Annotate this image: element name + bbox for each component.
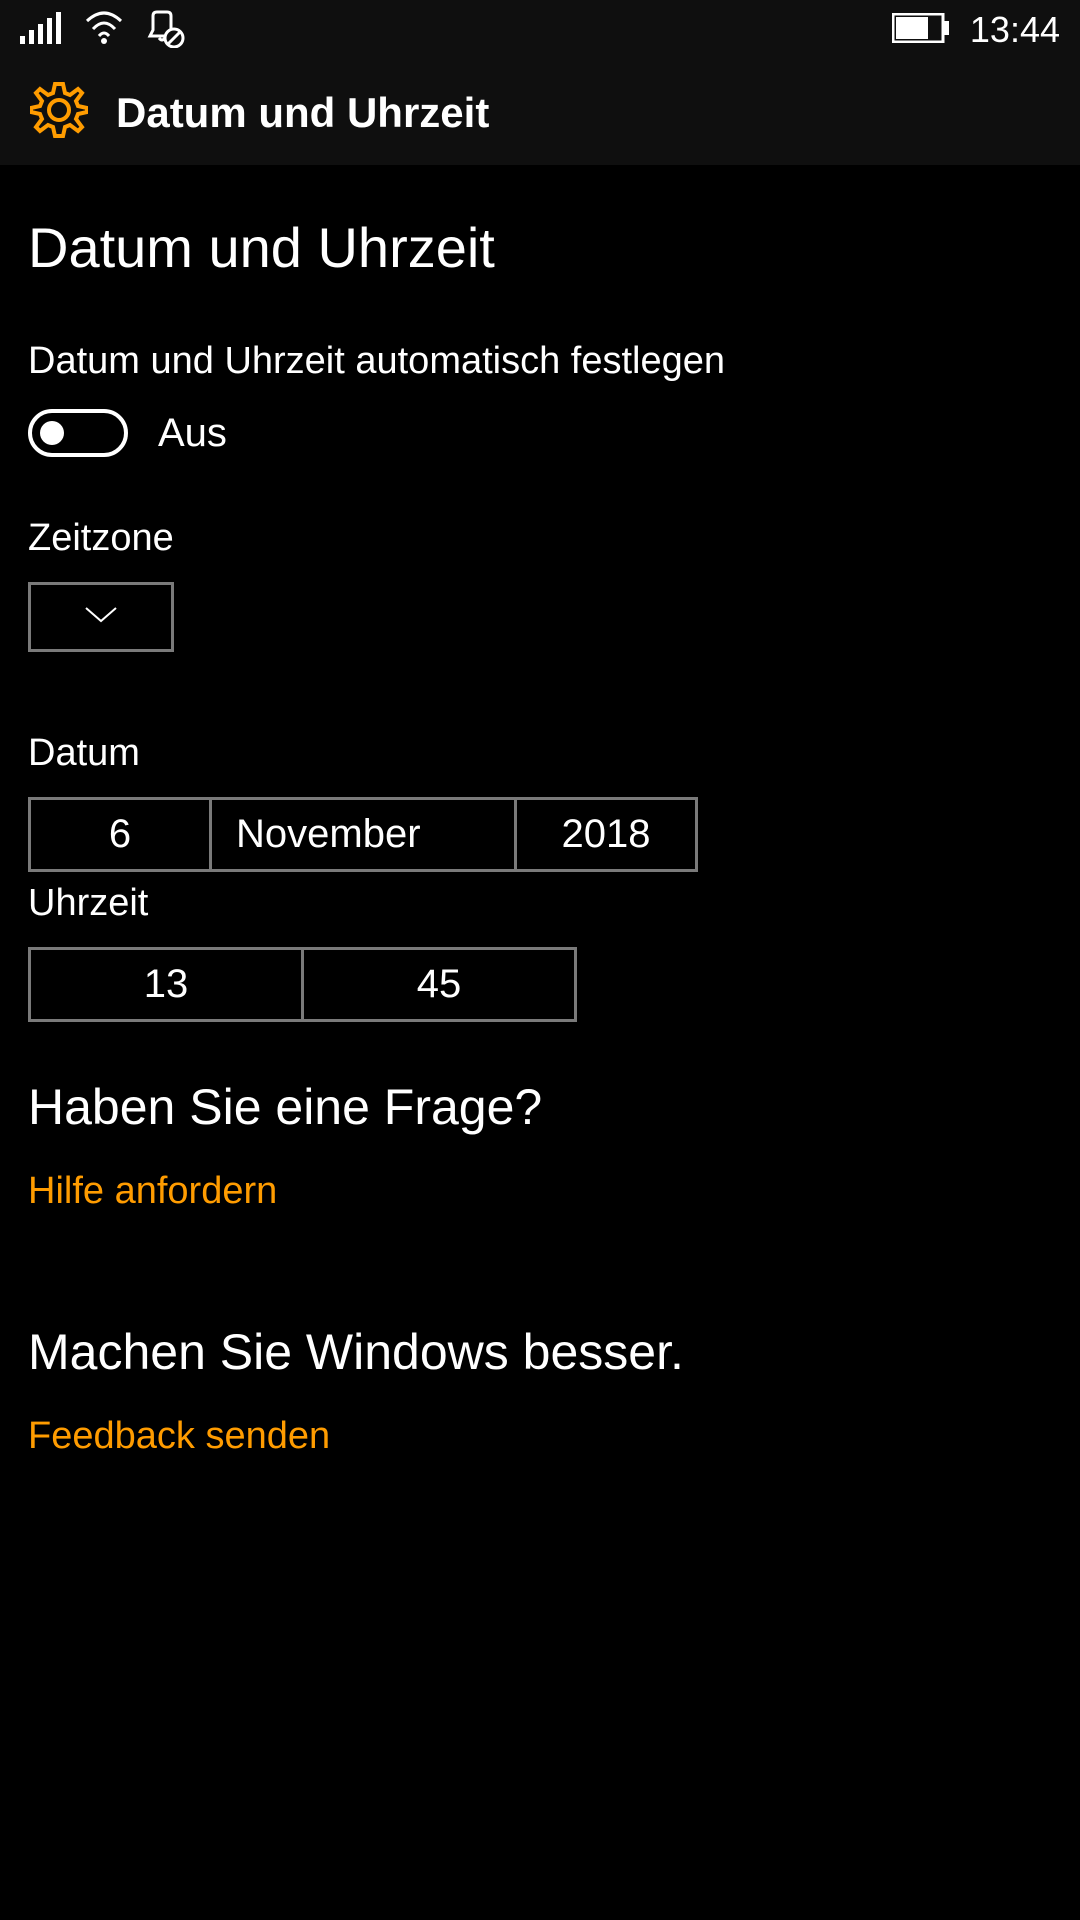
status-bar: 13:44 <box>0 0 1080 60</box>
page-title: Datum und Uhrzeit <box>28 215 1052 280</box>
feedback-link[interactable]: Feedback senden <box>28 1415 1052 1458</box>
auto-datetime-toggle-row: Aus <box>28 409 1052 457</box>
wifi-icon <box>82 11 126 50</box>
chevron-down-icon <box>83 605 119 630</box>
header-bar: Datum und Uhrzeit <box>0 60 1080 165</box>
auto-datetime-label: Datum und Uhrzeit automatisch festlegen <box>28 340 1052 383</box>
time-minute-picker[interactable]: 45 <box>301 947 577 1022</box>
auto-datetime-toggle[interactable] <box>28 409 128 457</box>
help-heading: Haben Sie eine Frage? <box>28 1078 1052 1136</box>
header-title: Datum und Uhrzeit <box>116 89 489 137</box>
time-picker: 13 45 <box>28 947 1052 1022</box>
date-day-picker[interactable]: 6 <box>28 797 212 872</box>
content: Datum und Uhrzeit Datum und Uhrzeit auto… <box>0 165 1080 1458</box>
status-right: 13:44 <box>892 9 1060 51</box>
signal-icon <box>20 12 62 49</box>
date-label: Datum <box>28 732 1052 775</box>
battery-icon <box>892 13 950 48</box>
notification-blocked-icon <box>146 8 186 53</box>
auto-datetime-state: Aus <box>158 411 227 456</box>
time-hour-picker[interactable]: 13 <box>28 947 304 1022</box>
status-time: 13:44 <box>970 9 1060 51</box>
date-month-picker[interactable]: November <box>209 797 517 872</box>
help-link[interactable]: Hilfe anfordern <box>28 1170 1052 1213</box>
timezone-dropdown[interactable] <box>28 582 174 652</box>
status-left <box>20 8 186 53</box>
date-picker: 6 November 2018 <box>28 797 1052 872</box>
feedback-heading: Machen Sie Windows besser. <box>28 1323 1052 1381</box>
date-year-picker[interactable]: 2018 <box>514 797 698 872</box>
gear-icon <box>30 81 88 144</box>
toggle-knob <box>40 421 64 445</box>
time-label: Uhrzeit <box>28 882 1052 925</box>
timezone-label: Zeitzone <box>28 517 1052 560</box>
